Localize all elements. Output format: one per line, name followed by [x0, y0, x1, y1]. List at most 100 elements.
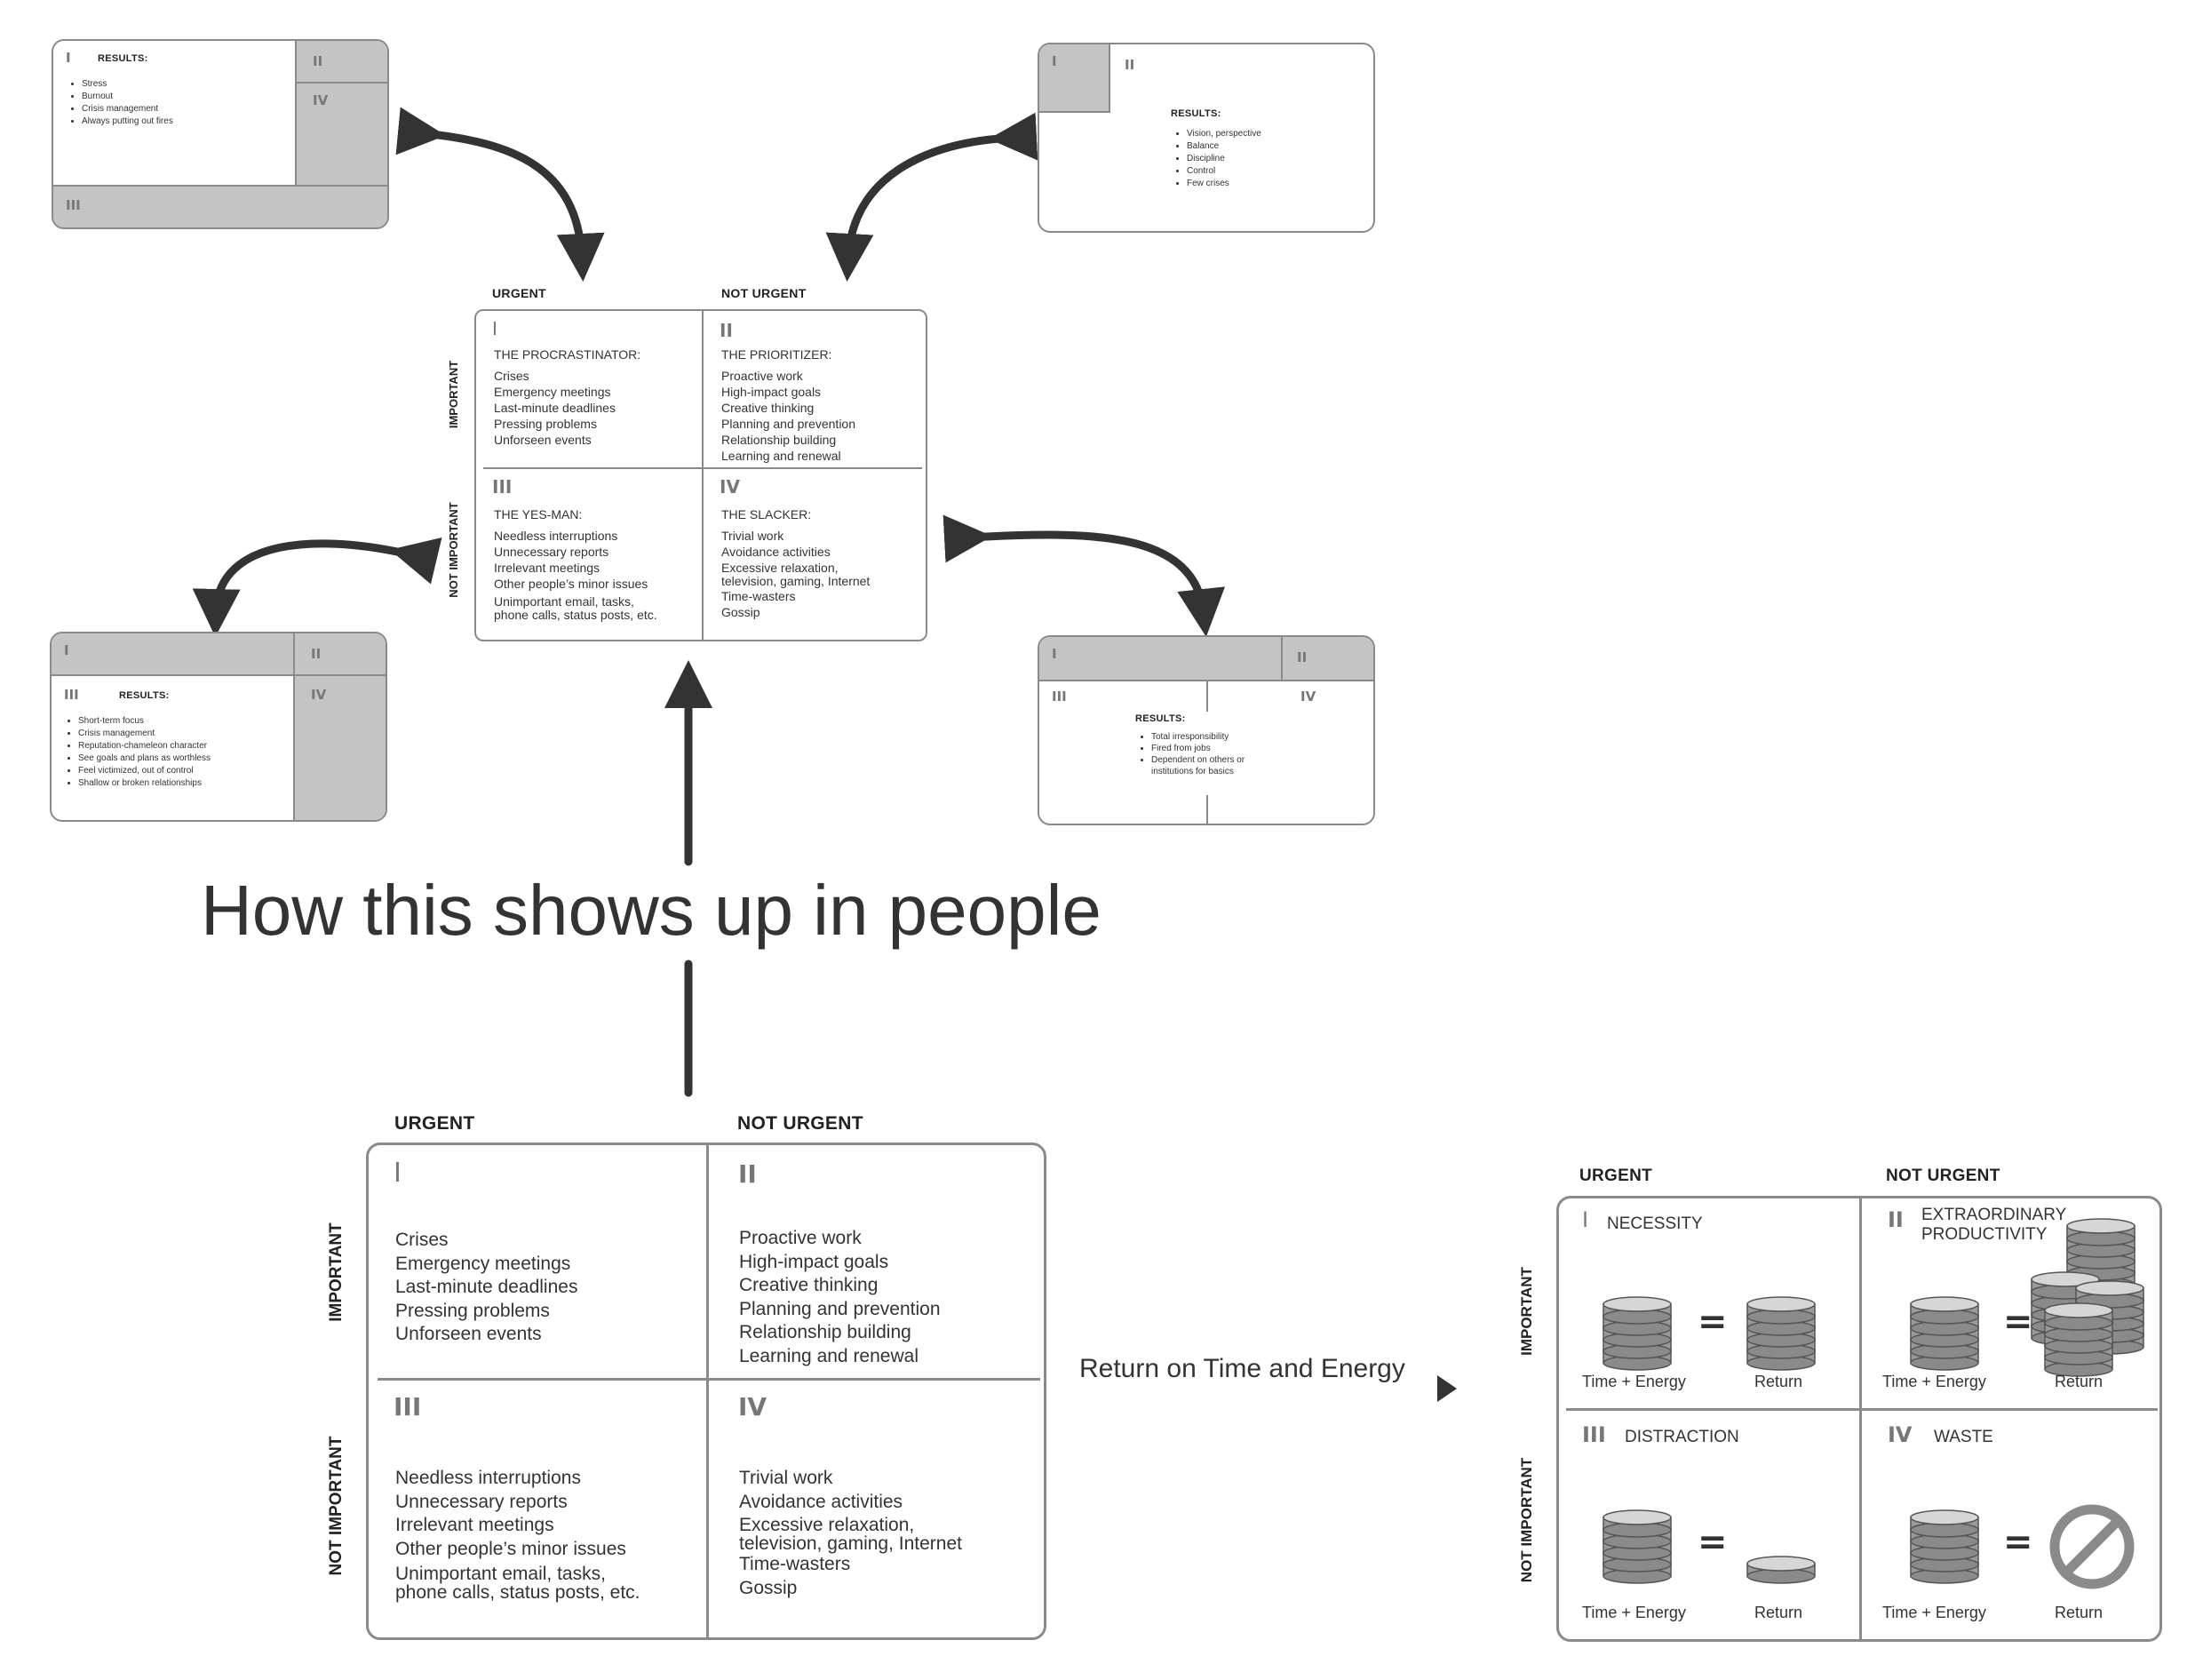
list-item: Unforseen events — [494, 433, 592, 447]
list-item: Unnecessary reports — [395, 1491, 568, 1512]
list-item: Total irresponsibility — [1151, 731, 1245, 743]
list-item: Creative thinking — [739, 1275, 879, 1295]
quadrant-q2: THE PRIORITIZER: Proactive work High-imp… — [721, 346, 855, 464]
quadrant-q4: THE SLACKER: Trivial work Avoidance acti… — [721, 506, 870, 620]
list-item: Discipline — [1187, 153, 1261, 165]
numeral-iii: III — [1052, 689, 1067, 705]
list-item: Irrelevant meetings — [395, 1515, 554, 1535]
list-item: Gossip — [739, 1577, 798, 1598]
numeral-i: I — [1052, 53, 1057, 69]
quadrant-q2: Proactive work High-impact goals Creativ… — [739, 1227, 941, 1368]
numeral-ii: II — [738, 1159, 757, 1189]
arrow-left — [192, 537, 442, 637]
numeral-iv: IV — [738, 1392, 767, 1421]
output-caption: Return — [1754, 1604, 1803, 1621]
results-label: RESULTS: — [1135, 713, 1186, 724]
list-item: Vision, perspective — [1187, 128, 1261, 140]
list-item: Stress — [82, 78, 173, 91]
list-item: Planning and prevention — [739, 1298, 941, 1319]
mini-matrix-q2-results: I II RESULTS: Vision, perspective Balanc… — [1038, 43, 1375, 233]
results-list: Vision, perspective Balance Discipline C… — [1171, 128, 1261, 190]
row-header-important: IMPORTANT — [327, 1222, 346, 1322]
column-header-not-urgent: NOT URGENT — [721, 286, 807, 300]
list-item: Needless interruptions — [395, 1468, 581, 1488]
list-item: Unimportant email, tasks, — [395, 1564, 606, 1584]
mini-matrix-q1-results: I RESULTS: Stress Burnout Crisis managem… — [52, 39, 389, 229]
play-arrow-icon — [1437, 1375, 1457, 1402]
column-header-not-urgent: NOT URGENT — [737, 1113, 863, 1134]
list-item: Pressing problems — [494, 417, 597, 431]
results-label: RESULTS: — [119, 690, 170, 701]
list-item: Time-wasters — [739, 1554, 851, 1574]
row-header-not-important: NOT IMPORTANT — [327, 1436, 346, 1576]
list-item: Excessive relaxation, — [739, 1515, 915, 1535]
quadrant-q3: Needless interruptions Unnecessary repor… — [395, 1467, 640, 1602]
list-item: Pressing problems — [395, 1300, 550, 1321]
list-item: Last-minute deadlines — [494, 401, 616, 415]
output-caption: Return — [1754, 1373, 1803, 1390]
mini-matrix-q4-results: I II III IV RESULTS: Total irresponsibil… — [1038, 635, 1375, 825]
numeral-iv: IV — [313, 92, 329, 108]
list-item: Last-minute deadlines — [395, 1277, 578, 1297]
numeral-i: I — [66, 50, 71, 66]
column-header-urgent: URGENT — [1579, 1166, 1653, 1185]
quadrant-q1: THE PROCRASTINATOR: Crises Emergency mee… — [494, 346, 640, 448]
numeral-iii: III — [66, 197, 81, 213]
return-on-time-matrix: I NECESSITY II EXTRAORDINARY PRODUCTIVIT… — [1556, 1196, 2162, 1642]
list-item: Irrelevant meetings — [494, 561, 600, 575]
list-item: Avoidance activities — [739, 1491, 903, 1512]
row-header-important: IMPORTANT — [1518, 1267, 1535, 1356]
results-list: Stress Burnout Crisis management Always … — [66, 78, 173, 128]
column-header-not-urgent: NOT URGENT — [1886, 1166, 2000, 1185]
output-caption: Return — [2055, 1373, 2104, 1390]
list-item: Excessive relaxation, — [721, 561, 839, 575]
numeral-iv: IV — [311, 687, 327, 703]
coin-stacks-graphic — [1559, 1198, 2162, 1589]
coin-stack-icon — [1911, 1510, 1978, 1583]
numeral-ii: II — [311, 646, 322, 662]
list-item: Crises — [395, 1230, 449, 1250]
list-item: Unforseen events — [395, 1324, 542, 1344]
list-item: Creative thinking — [721, 401, 815, 415]
results-label: RESULTS: — [1171, 108, 1221, 119]
arrow-right — [942, 514, 1225, 637]
list-item: institutions for basics — [1151, 767, 1234, 776]
list-item: See goals and plans as worthless — [78, 752, 211, 765]
list-item: Gossip — [721, 605, 760, 619]
numeral-iii: III — [492, 476, 513, 498]
list-item: Balance — [1187, 140, 1261, 153]
column-header-urgent: URGENT — [492, 286, 546, 300]
list-item: phone calls, status posts, etc. — [395, 1582, 640, 1603]
results-list: Total irresponsibility Fired from jobs D… — [1135, 731, 1245, 777]
list-item: Time-wasters — [721, 589, 796, 603]
list-item: Always putting out fires — [82, 115, 173, 128]
numeral-i: I — [394, 1158, 402, 1189]
list-item: Few crises — [1187, 178, 1261, 190]
results-label: RESULTS: — [98, 53, 148, 64]
list-item: Dependent on others or — [1151, 754, 1245, 766]
list-item: Crisis management — [82, 103, 173, 115]
equals-sign: = — [1698, 1522, 1728, 1563]
input-caption: Time + Energy — [1882, 1373, 1986, 1390]
numeral-ii: II — [1297, 649, 1308, 665]
list-item: Relationship building — [721, 433, 837, 447]
list-item: Unnecessary reports — [494, 545, 609, 559]
list-item: Learning and renewal — [721, 449, 841, 463]
list-item: Trivial work — [739, 1468, 833, 1488]
row-header-not-important: NOT IMPORTANT — [1518, 1457, 1535, 1583]
numeral-i: I — [1052, 646, 1057, 662]
single-coin-icon — [1746, 1556, 1816, 1584]
equals-sign: = — [2003, 1522, 2033, 1563]
list-item: Control — [1187, 165, 1261, 178]
quadrant-q1: Crises Emergency meetings Last-minute de… — [395, 1229, 577, 1347]
list-item: Trivial work — [721, 529, 784, 543]
quadrant-title: THE YES-MAN: — [494, 507, 583, 522]
list-item: Avoidance activities — [721, 545, 831, 559]
page-title: How this shows up in people — [201, 871, 1102, 950]
equals-sign: = — [2003, 1302, 2033, 1342]
quadrant-title: THE SLACKER: — [721, 507, 812, 522]
list-item: phone calls, status posts, etc. — [494, 608, 657, 622]
quadrant-q4: Trivial work Avoidance activities Excess… — [739, 1467, 962, 1600]
numeral-iv: IV — [1300, 689, 1316, 705]
list-item: High-impact goals — [721, 385, 822, 399]
